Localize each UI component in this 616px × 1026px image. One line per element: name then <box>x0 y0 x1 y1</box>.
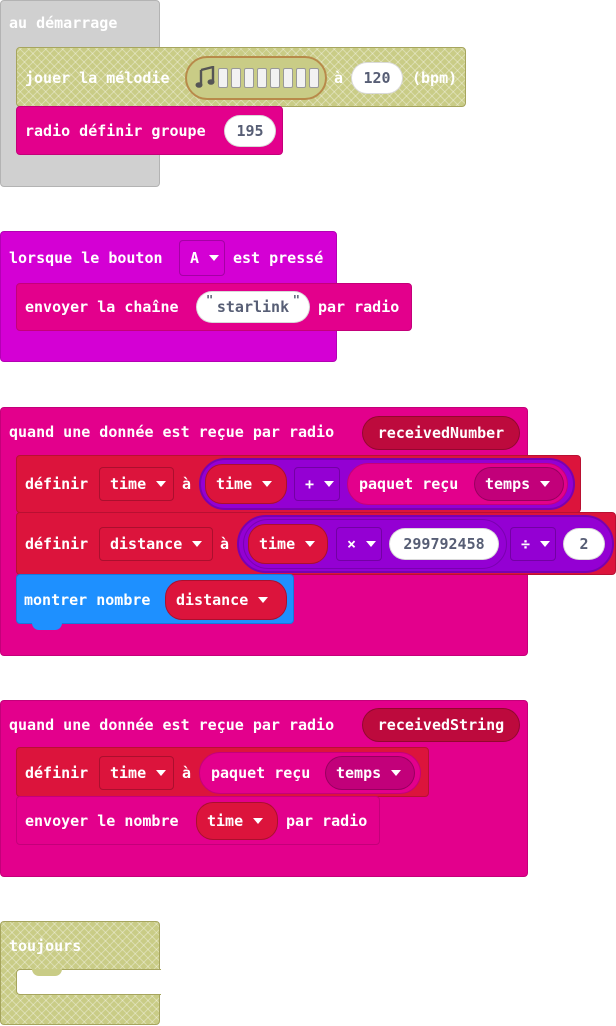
set-time-var-dropdown[interactable]: time <box>99 756 174 790</box>
radio-group-input[interactable]: 195 <box>224 115 276 147</box>
packet-field-value: temps <box>336 764 382 782</box>
send-number-label: envoyer le nombre <box>25 812 179 830</box>
on-button-hat-suffix: est pressé <box>233 249 324 267</box>
set-distance-connector: à <box>220 535 230 553</box>
on-received-string-hat-label: quand une donnée est reçue par radio <box>9 716 335 734</box>
time-variable-reporter[interactable]: time <box>196 802 278 840</box>
melody-note-slot <box>218 68 228 88</box>
on-start-hat-label: au démarrage <box>9 14 118 32</box>
chevron-down-icon <box>540 481 551 487</box>
melody-note-slot <box>296 68 306 88</box>
received-number-param-label: receivedNumber <box>377 424 505 442</box>
on-button-hat-label: lorsque le bouton <box>9 249 163 267</box>
time-variable-value: time <box>259 535 296 553</box>
send-string-suffix: par radio <box>318 298 400 316</box>
multiply-operator-value: × <box>347 535 357 553</box>
play-melody-label: jouer la mélodie <box>25 69 170 87</box>
chevron-down-icon <box>156 481 167 487</box>
chevron-down-icon <box>324 481 335 487</box>
set-time-var-value: time <box>110 475 147 493</box>
set-time-var-value: time <box>110 764 147 782</box>
melody-note-slot <box>257 68 267 88</box>
open-quote: " <box>206 293 214 307</box>
chevron-down-icon <box>192 541 203 547</box>
received-string-param[interactable]: receivedString <box>362 708 520 742</box>
speed-of-light-input[interactable]: 299792458 <box>389 528 499 560</box>
divide-operator-dropdown[interactable]: ÷ <box>510 527 556 561</box>
chevron-down-icon <box>253 818 264 824</box>
set-distance-var-dropdown[interactable]: distance <box>99 527 213 561</box>
set-time-connector: à <box>182 764 192 782</box>
set-distance-label: définir <box>25 535 89 553</box>
show-number-label: montrer nombre <box>24 591 151 609</box>
set-time-var-dropdown[interactable]: time <box>99 467 174 501</box>
set-distance-var-value: distance <box>110 535 183 553</box>
close-quote: " <box>292 293 300 307</box>
set-time-connector: à <box>182 475 192 493</box>
button-dropdown[interactable]: A <box>179 240 225 276</box>
time-variable-value: time <box>216 475 253 493</box>
string-input[interactable]: " starlink " <box>196 291 310 323</box>
time-variable-reporter[interactable]: time <box>205 464 287 504</box>
set-time-label: définir <box>25 764 89 782</box>
block-connector-notch <box>32 623 62 630</box>
packet-field-value: temps <box>485 475 531 493</box>
button-dropdown-value: A <box>190 249 200 267</box>
radio-set-group-label: radio définir groupe <box>25 122 206 140</box>
tempo-input[interactable]: 120 <box>351 62 403 94</box>
received-number-param[interactable]: receivedNumber <box>362 416 520 450</box>
add-operator-value: + <box>305 475 315 493</box>
melody-editor[interactable] <box>185 56 327 100</box>
music-note-icon <box>195 65 215 90</box>
melody-note-slot <box>309 68 319 88</box>
chevron-down-icon <box>258 597 269 603</box>
chevron-down-icon <box>262 481 273 487</box>
packet-field-dropdown[interactable]: temps <box>325 756 415 790</box>
chevron-down-icon <box>540 541 551 547</box>
melody-note-slot <box>244 68 254 88</box>
add-operator-dropdown[interactable]: + <box>294 467 340 501</box>
string-input-value: starlink <box>216 298 290 316</box>
chevron-down-icon <box>305 541 316 547</box>
distance-variable-value: distance <box>176 591 249 609</box>
send-string-label: envoyer la chaîne <box>25 298 179 316</box>
packet-field-dropdown[interactable]: temps <box>474 467 564 501</box>
time-variable-reporter[interactable]: time <box>248 524 328 564</box>
tempo-unit: (bpm) <box>412 69 458 87</box>
forever-hat-label: toujours <box>9 937 82 955</box>
set-time-label: définir <box>25 475 89 493</box>
time-variable-value: time <box>207 812 244 830</box>
distance-variable-reporter[interactable]: distance <box>165 580 287 620</box>
received-packet-label: paquet reçu <box>211 764 311 782</box>
multiply-operator-dropdown[interactable]: × <box>336 527 382 561</box>
chevron-down-icon <box>391 770 402 776</box>
on-received-number-hat-label: quand une donnée est reçue par radio <box>9 423 335 441</box>
melody-note-slot <box>270 68 280 88</box>
divisor-input[interactable]: 2 <box>563 528 605 560</box>
melody-note-slot <box>231 68 241 88</box>
send-number-suffix: par radio <box>286 812 368 830</box>
received-string-param-label: receivedString <box>377 716 505 734</box>
play-melody-connector: à <box>334 69 344 87</box>
chevron-down-icon <box>156 770 167 776</box>
chevron-down-icon <box>209 255 220 261</box>
melody-note-slot <box>283 68 293 88</box>
block-connector-notch <box>32 969 62 976</box>
chevron-down-icon <box>366 541 377 547</box>
received-packet-label: paquet reçu <box>359 475 459 493</box>
divide-operator-value: ÷ <box>521 535 531 553</box>
